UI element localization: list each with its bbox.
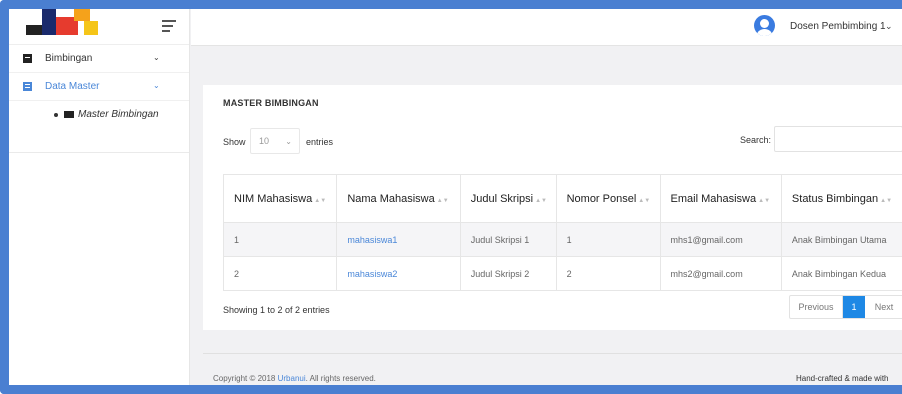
cell-nim: 1 xyxy=(222,222,337,257)
logo-bar xyxy=(9,9,189,45)
database-icon xyxy=(23,82,32,91)
sidebar: Bimbingan ⌄ Data Master ⌄ Master Bimbing… xyxy=(9,9,190,385)
cell-email: mhs2@gmail.com xyxy=(659,256,782,291)
chevron-down-icon: ⌄ xyxy=(153,53,160,62)
page-1-button[interactable]: 1 xyxy=(843,296,865,318)
next-page-button[interactable]: Next xyxy=(865,296,902,318)
show-label: Show xyxy=(223,137,246,147)
column-header-email[interactable]: Email Mahasiswa ▲▼ xyxy=(659,174,782,223)
column-header-nama[interactable]: Nama Mahasiswa ▲▼ xyxy=(336,174,461,223)
page-length-value: 10 xyxy=(259,136,270,146)
sidebar-item-label: Bimbingan xyxy=(45,53,93,64)
table-header-row: NIM Mahasiswa ▲▼ Nama Mahasiswa ▲▼ Judul S… xyxy=(222,174,902,223)
column-header-ponsel[interactable]: Nomor Ponsel ▲▼ xyxy=(555,174,661,223)
cell-nama: mahasiswa1 xyxy=(336,222,461,257)
sidebar-item-data-master[interactable]: Data Master ⌄ xyxy=(9,73,189,101)
chevron-down-icon: ⌄ xyxy=(285,137,292,146)
sort-icon: ▲▼ xyxy=(436,197,449,204)
bullet-icon xyxy=(54,112,58,117)
user-circle-icon[interactable] xyxy=(754,15,775,36)
pagination: Previous 1 Next xyxy=(789,295,902,319)
cell-status: Anak Bimbingan Utama xyxy=(780,222,902,257)
sort-icon: ▲▼ xyxy=(758,197,771,204)
book-icon xyxy=(23,54,32,63)
cell-status: Anak Bimbingan Kedua xyxy=(780,256,902,291)
cell-judul: Judul Skripsi 2 xyxy=(459,256,557,291)
sidebar-subitem-label: Master Bimbingan xyxy=(78,109,159,120)
entries-label: entries xyxy=(306,137,334,147)
table-row: 2 mahasiswa2 Judul Skripsi 2 2 mhs2@gmai… xyxy=(222,256,902,291)
cell-nama: mahasiswa2 xyxy=(336,256,461,291)
data-table: NIM Mahasiswa ▲▼ Nama Mahasiswa ▲▼ Judul S… xyxy=(222,174,902,291)
menu-icon[interactable] xyxy=(162,20,176,32)
chevron-down-icon: ⌄ xyxy=(153,81,160,90)
chevron-down-icon[interactable]: ⌄ xyxy=(885,21,893,32)
card-title: MASTER BIMBINGAN xyxy=(223,98,319,108)
footer-credit: Hand-crafted & made with xyxy=(796,374,889,383)
sidebar-item-bimbingan[interactable]: Bimbingan ⌄ xyxy=(9,45,189,73)
column-header-status[interactable]: Status Bimbingan ▲▼ xyxy=(780,174,902,223)
topbar: Dosen Pembimbing 1 ⌄ xyxy=(191,9,902,46)
student-link[interactable]: mahasiswa2 xyxy=(347,269,397,279)
brand-logo[interactable] xyxy=(24,9,104,37)
sidebar-item-label: Data Master xyxy=(45,81,100,92)
page-length-select[interactable]: 10 ⌄ xyxy=(250,128,300,154)
sidebar-subitem-master-bimbingan[interactable]: Master Bimbingan xyxy=(54,109,159,120)
column-header-nim[interactable]: NIM Mahasiswa ▲▼ xyxy=(222,174,337,223)
sort-icon: ▲▼ xyxy=(880,197,893,204)
sort-icon: ▲▼ xyxy=(638,197,651,204)
previous-page-button[interactable]: Previous xyxy=(790,296,843,318)
brand-link[interactable]: Urbanui xyxy=(278,374,306,383)
sidebar-submenu: Master Bimbingan xyxy=(9,101,189,153)
folder-icon xyxy=(64,111,74,118)
sort-icon: ▲▼ xyxy=(314,197,327,204)
search-input[interactable] xyxy=(774,126,902,152)
table-info: Showing 1 to 2 of 2 entries xyxy=(223,305,330,315)
app-window: Bimbingan ⌄ Data Master ⌄ Master Bimbing… xyxy=(0,0,902,394)
sort-icon: ▲▼ xyxy=(535,197,547,204)
search-label: Search: xyxy=(740,135,772,145)
footer-divider xyxy=(203,353,902,354)
cell-judul: Judul Skripsi 1 xyxy=(459,222,557,257)
student-link[interactable]: mahasiswa1 xyxy=(347,235,397,245)
user-menu-name[interactable]: Dosen Pembimbing 1 xyxy=(790,21,886,32)
table-row: 1 mahasiswa1 Judul Skripsi 1 1 mhs1@gmai… xyxy=(222,222,902,257)
cell-nim: 2 xyxy=(222,256,337,291)
cell-email: mhs1@gmail.com xyxy=(659,222,782,257)
footer-copyright: Copyright © 2018 Urbanui. All rights res… xyxy=(213,374,376,383)
cell-ponsel: 2 xyxy=(555,256,661,291)
column-header-judul[interactable]: Judul Skripsi ▲▼ xyxy=(459,174,557,223)
master-bimbingan-card: MASTER BIMBINGAN Show 10 ⌄ entries Searc… xyxy=(203,85,902,330)
cell-ponsel: 1 xyxy=(555,222,661,257)
